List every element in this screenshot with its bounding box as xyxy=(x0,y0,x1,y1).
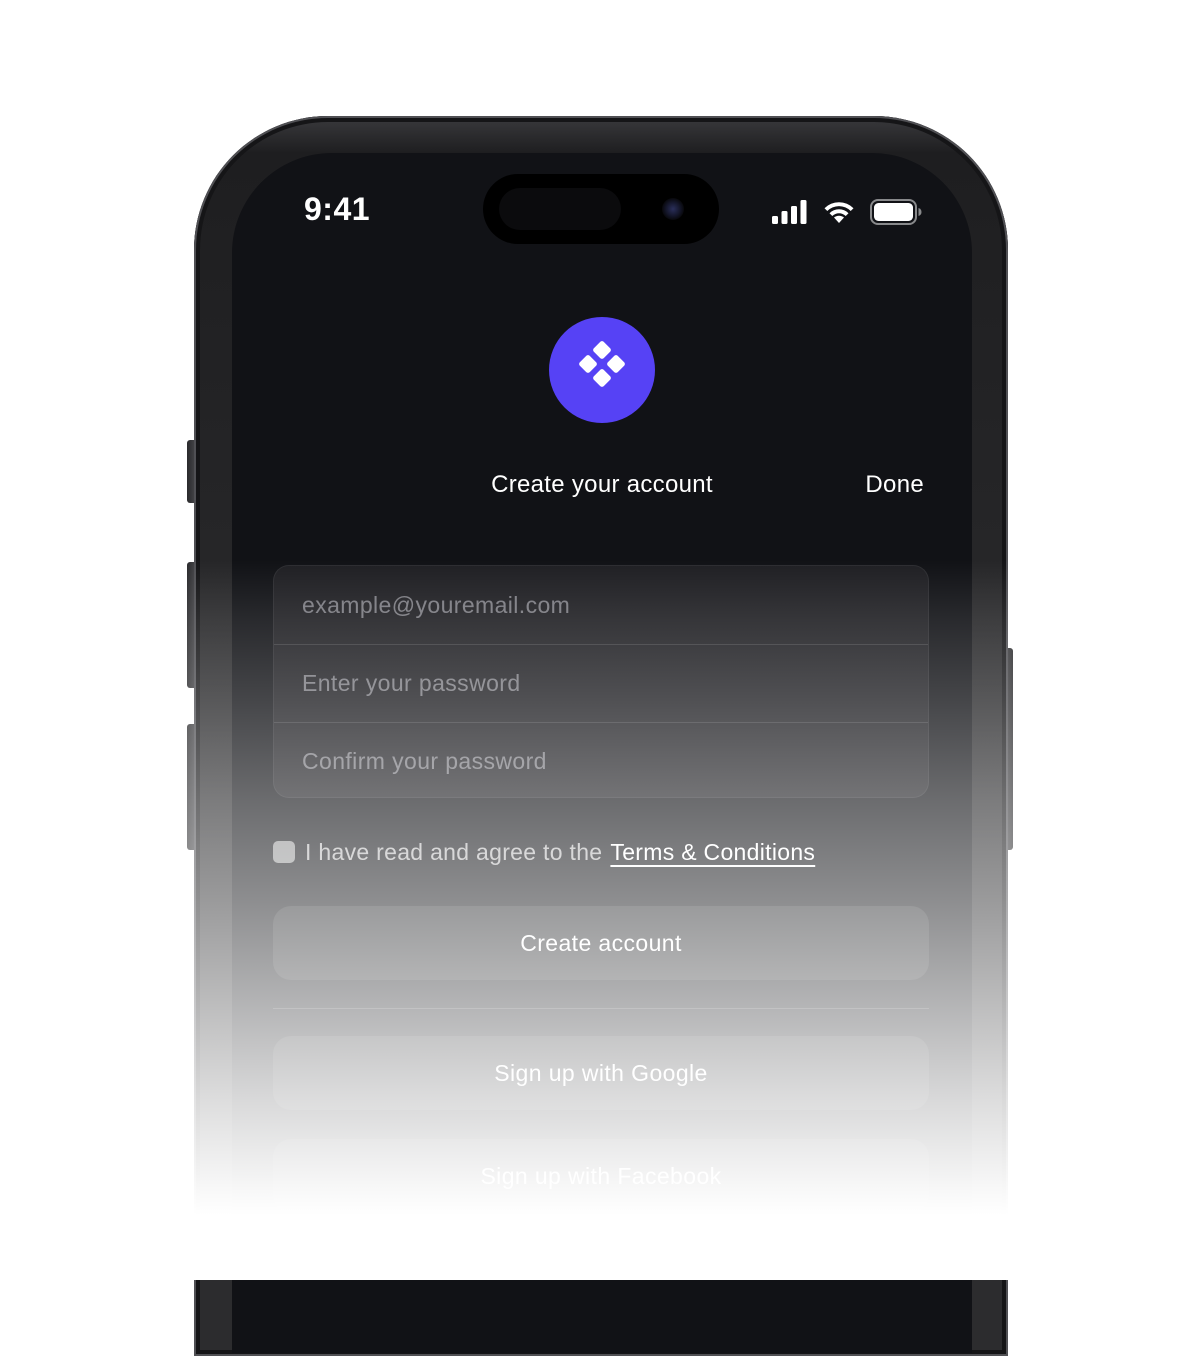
signup-fields xyxy=(273,565,929,798)
front-camera xyxy=(662,198,684,220)
cellular-signal-icon xyxy=(772,200,808,228)
confirm-password-field-row xyxy=(274,722,928,797)
password-field[interactable] xyxy=(274,645,928,722)
app-logo xyxy=(549,317,655,423)
battery-icon xyxy=(870,199,922,229)
divider xyxy=(273,1008,929,1009)
google-signup-button[interactable]: Sign up with Google xyxy=(273,1036,929,1110)
email-field-row xyxy=(274,566,928,644)
terms-text: I have read and agree to the xyxy=(305,838,603,865)
terms-link[interactable]: Terms & Conditions xyxy=(610,839,815,866)
status-time: 9:41 xyxy=(304,191,371,227)
dynamic-island xyxy=(483,174,719,244)
island-sensor xyxy=(499,188,621,230)
confirm-password-field[interactable] xyxy=(274,723,928,797)
email-field[interactable] xyxy=(274,566,928,644)
status-icons xyxy=(772,199,922,229)
diamond-grid-logo-icon xyxy=(579,341,625,387)
done-button[interactable]: Done xyxy=(865,471,924,499)
create-account-button[interactable]: Create account xyxy=(273,906,929,980)
terms-row: I have read and agree to the Terms & Con… xyxy=(273,836,815,868)
stage: 9:41 Create your account Done example@yo… xyxy=(0,0,1200,1356)
terms-checkbox[interactable] xyxy=(273,841,295,863)
facebook-signup-button[interactable]: Sign up with Facebook xyxy=(273,1139,929,1213)
wifi-icon xyxy=(822,200,856,229)
phone-screen: 9:41 Create your account Done example@yo… xyxy=(232,153,972,1353)
password-field-row xyxy=(274,644,928,722)
page-title: Create your account xyxy=(491,471,713,498)
